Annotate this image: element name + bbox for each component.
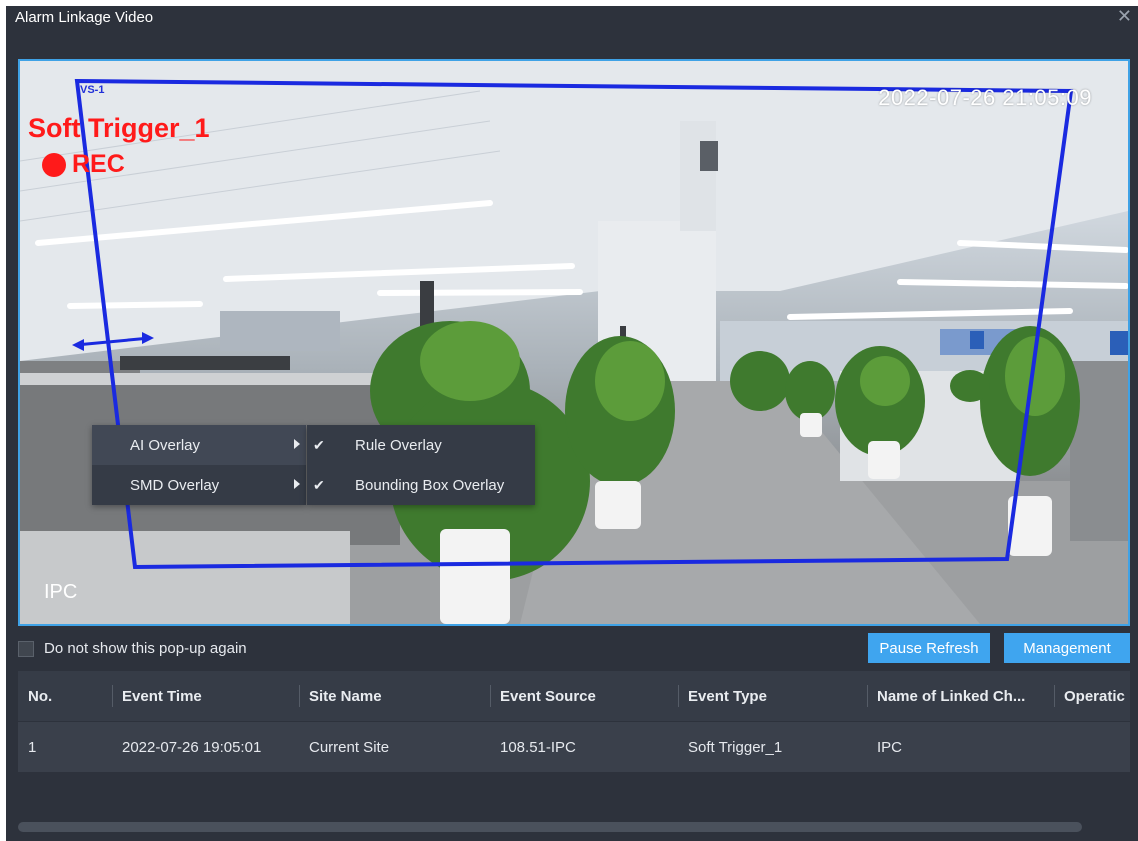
scrollbar-thumb[interactable] — [18, 822, 1082, 832]
pause-refresh-button[interactable]: Pause Refresh — [868, 633, 990, 663]
rec-label: REC — [72, 150, 125, 178]
chevron-right-icon — [294, 479, 300, 489]
menu-item-rule-overlay[interactable]: ✔ Rule Overlay — [307, 425, 535, 465]
check-icon: ✔ — [313, 476, 325, 493]
table-cell: 2022-07-26 19:05:01 — [122, 738, 262, 756]
video-player[interactable]: VS-1 2022-07-26 21:05:09 Soft Trigger_1 … — [18, 59, 1130, 626]
table-cell: Soft Trigger_1 — [688, 738, 783, 756]
menu-item-ai-overlay[interactable]: AI Overlay — [92, 425, 306, 465]
column-header[interactable]: Event Type — [678, 671, 867, 721]
table-cell: 108.51-IPC — [500, 738, 576, 756]
column-header[interactable]: Operatic — [1054, 671, 1130, 721]
rule-tag: VS-1 — [80, 84, 105, 96]
video-scene — [20, 61, 1128, 624]
menu-item-label: SMD Overlay — [130, 476, 220, 494]
table-header: No. Event Time Site Name Event Source Ev… — [18, 671, 1130, 721]
column-header[interactable]: Site Name — [299, 671, 490, 721]
column-header[interactable]: Name of Linked Ch... — [867, 671, 1054, 721]
osd-timestamp: 2022-07-26 21:05:09 — [878, 85, 1092, 110]
management-button[interactable]: Management — [1004, 633, 1130, 663]
event-table: No. Event Time Site Name Event Source Ev… — [18, 671, 1130, 772]
dont-show-again-row: Do not show this pop-up again — [18, 640, 247, 657]
chevron-right-icon — [294, 439, 300, 449]
table-cell: Current Site — [309, 738, 390, 756]
column-header[interactable]: Event Source — [490, 671, 678, 721]
menu-item-label: AI Overlay — [130, 436, 201, 454]
osd-trigger-label: Soft Trigger_1 — [28, 113, 210, 143]
dont-show-again-checkbox[interactable] — [18, 640, 34, 657]
close-icon[interactable]: ✕ — [1117, 6, 1132, 26]
menu-item-bounding-box-overlay[interactable]: ✔ Bounding Box Overlay — [307, 465, 535, 505]
menu-item-label: Rule Overlay — [355, 436, 442, 454]
context-menu: AI Overlay SMD Overlay — [92, 425, 306, 505]
menu-item-label: Bounding Box Overlay — [355, 476, 505, 494]
table-cell: IPC — [877, 738, 903, 756]
column-header[interactable]: Event Time — [112, 671, 299, 721]
alarm-linkage-dialog: Alarm Linkage Video ✕ VS-1 2022-07-26 21… — [6, 6, 1138, 841]
menu-item-smd-overlay[interactable]: SMD Overlay — [92, 465, 306, 505]
dialog-title: Alarm Linkage Video — [15, 9, 154, 26]
table-cell — [1054, 722, 1130, 772]
record-dot-icon — [42, 152, 66, 177]
osd-channel-label: IPC — [44, 581, 78, 603]
horizontal-scrollbar[interactable] — [18, 822, 1130, 832]
overlay-submenu: ✔ Rule Overlay ✔ Bounding Box Overlay — [307, 425, 535, 505]
table-row[interactable]: 1 2022-07-26 19:05:01 Current Site 108.5… — [18, 721, 1130, 772]
dont-show-again-label: Do not show this pop-up again — [44, 640, 247, 657]
check-icon: ✔ — [313, 436, 325, 453]
table-cell: 1 — [28, 738, 37, 756]
osd-rec-indicator: REC — [42, 150, 125, 179]
column-header[interactable]: No. — [18, 671, 112, 721]
